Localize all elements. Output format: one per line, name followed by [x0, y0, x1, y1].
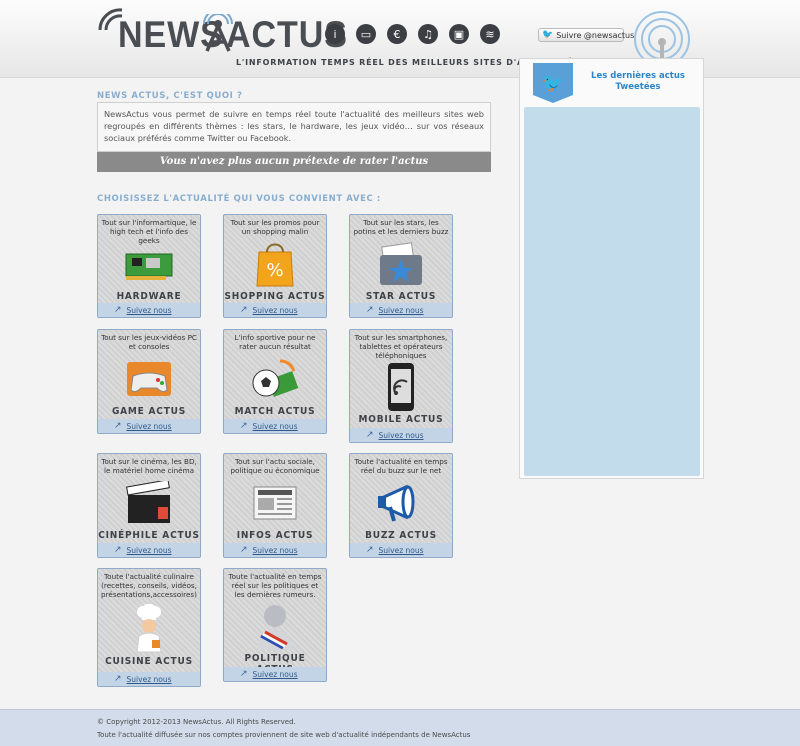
twitter-bird-icon: 🐦 — [533, 63, 573, 103]
follow-link-label[interactable]: Suivez nous — [127, 306, 172, 315]
card-title: CUISINE ACTUS — [105, 656, 193, 667]
external-link-icon: ↗ — [240, 305, 248, 315]
megaphone-icon — [376, 478, 426, 528]
card-mobile[interactable]: Tout sur les smartphones, tablettes et o… — [349, 329, 453, 443]
card-star[interactable]: Tout sur les stars, les potins et les de… — [349, 214, 453, 318]
smartphone-icon — [376, 362, 426, 412]
external-link-icon: ↗ — [366, 305, 374, 315]
follow-link-label[interactable]: Suivez nous — [253, 422, 298, 431]
card-infos[interactable]: Tout sur l'actu sociale, politique ou éc… — [223, 453, 327, 558]
card-description: Toute l'actualité culinaire (recettes, c… — [101, 572, 197, 599]
external-link-icon: ↗ — [240, 669, 248, 679]
card-title: MOBILE ACTUS — [358, 414, 444, 425]
card-description: Tout sur les jeux-vidéos PC et consoles — [101, 333, 197, 351]
external-link-icon: ↗ — [114, 305, 122, 315]
card-politique[interactable]: Toute l'actualité en temps réel sur les … — [223, 568, 327, 682]
card-description: Tout sur l'informartique, le high tech e… — [101, 218, 197, 245]
card-description: Tout sur les smartphones, tablettes et o… — [354, 333, 448, 360]
antenna-icon — [203, 14, 233, 52]
intro-title: NEWS ACTUS, C'EST QUOI ? — [97, 91, 243, 101]
card-title: MATCH ACTUS — [234, 406, 316, 417]
follow-link[interactable]: ↗ Suivez nous — [350, 303, 452, 317]
card-title: CINÉPHILE ACTUS — [98, 530, 200, 541]
follow-link-label[interactable]: Suivez nous — [379, 546, 424, 555]
external-link-icon: ↗ — [366, 430, 374, 440]
card-description: Toute l'actualité en temps réel du buzz … — [354, 457, 448, 475]
follow-link-label[interactable]: Suivez nous — [127, 675, 172, 684]
follow-link[interactable]: ↗ Suivez nous — [98, 543, 200, 557]
follow-link-label[interactable]: Suivez nous — [127, 546, 172, 555]
shopping-bag-icon: % — [250, 239, 300, 289]
chef-icon — [124, 604, 174, 654]
card-title: INFOS ACTUS — [236, 530, 314, 541]
follow-link-label[interactable]: Suivez nous — [379, 431, 424, 440]
external-link-icon: ↗ — [366, 545, 374, 555]
card-description: Toute l'actualité en temps réel sur les … — [228, 572, 322, 599]
card-game[interactable]: Tout sur les jeux-vidéos PC et consoles … — [97, 329, 201, 434]
follow-label: Suivre @newsactus — [556, 30, 635, 40]
follow-link[interactable]: ↗ Suivez nous — [350, 428, 452, 442]
external-link-icon: ↗ — [240, 545, 248, 555]
intro-banner: Vous n'avez plus aucun prétexte de rater… — [97, 152, 491, 172]
card-description: L'info sportive pour ne rater aucun résu… — [234, 333, 316, 351]
clapperboard-icon — [124, 478, 174, 528]
follow-link-label[interactable]: Suivez nous — [253, 670, 298, 679]
card-title: POLITIQUE ACTUS — [244, 653, 306, 675]
monitor-icon[interactable]: ▭ — [356, 24, 376, 44]
follow-link[interactable]: ↗ Suivez nous — [98, 303, 200, 317]
twitter-bird-icon: 🐦 — [542, 30, 554, 40]
card-description: Tout sur le cinéma, les BD, le matériel … — [101, 457, 197, 475]
follow-link-label[interactable]: Suivez nous — [253, 306, 298, 315]
music-icon[interactable]: ♫ — [418, 24, 438, 44]
politician-icon — [250, 601, 300, 651]
external-link-icon: ↗ — [240, 421, 248, 431]
newspaper-icon — [250, 478, 300, 528]
card-cuisine[interactable]: Toute l'actualité culinaire (recettes, c… — [97, 568, 201, 687]
external-link-icon: ↗ — [114, 674, 122, 684]
external-link-icon: ↗ — [114, 421, 122, 431]
footer-note: Toute l'actualité diffusée sur nos compt… — [97, 731, 471, 739]
card-cinephile[interactable]: Tout sur le cinéma, les BD, le matériel … — [97, 453, 201, 558]
twitter-heading: Les dernières actus Tweetées — [591, 71, 685, 92]
card-hardware[interactable]: Tout sur l'informartique, le high tech e… — [97, 214, 201, 318]
intro-text: NewsActus vous permet de suivre en temps… — [97, 102, 491, 152]
tv-icon[interactable]: ▣ — [449, 24, 469, 44]
follow-link[interactable]: ↗ Suivez nous — [98, 672, 200, 686]
follow-link[interactable]: ↗ Suivez nous — [98, 419, 200, 433]
social-icons: i ▭ € ♫ ▣ ≋ — [325, 24, 500, 44]
follow-link-label[interactable]: Suivez nous — [127, 422, 172, 431]
footer-copyright: © Copyright 2012-2013 NewsActus. All Rig… — [97, 718, 296, 726]
euro-icon[interactable]: € — [387, 24, 407, 44]
follow-link[interactable]: ↗ Suivez nous — [224, 303, 326, 317]
info-icon[interactable]: i — [325, 24, 345, 44]
card-title: BUZZ ACTUS — [365, 530, 437, 541]
follow-link[interactable]: ↗ Suivez nous — [224, 419, 326, 433]
card-description: Tout sur les stars, les potins et les de… — [353, 218, 449, 236]
star-folder-icon — [376, 239, 426, 289]
card-description: Tout sur les promos pour un shopping mal… — [230, 218, 320, 236]
gamepad-icon — [124, 354, 174, 404]
twitter-follow-button[interactable]: 🐦 Suivre @newsactus — [538, 28, 634, 42]
follow-link[interactable]: ↗ Suivez nous — [224, 543, 326, 557]
choose-title: CHOISISSEZ L'ACTUALITÉ QUI VOUS CONVIENT… — [97, 194, 381, 204]
twitter-panel: 🐦 Les dernières actus Tweetées — [519, 58, 704, 479]
follow-link-label[interactable]: Suivez nous — [253, 546, 298, 555]
card-description: Tout sur l'actu sociale, politique ou éc… — [230, 457, 320, 475]
follow-link-label[interactable]: Suivez nous — [379, 306, 424, 315]
rss-icon[interactable]: ≋ — [480, 24, 500, 44]
football-icon — [250, 354, 300, 404]
card-buzz[interactable]: Toute l'actualité en temps réel du buzz … — [349, 453, 453, 558]
follow-link[interactable]: ↗ Suivez nous — [224, 667, 326, 681]
card-title: GAME ACTUS — [111, 406, 187, 417]
footer: © Copyright 2012-2013 NewsActus. All Rig… — [0, 709, 800, 746]
twitter-feed-area[interactable] — [524, 107, 700, 476]
card-shopping[interactable]: Tout sur les promos pour un shopping mal… — [223, 214, 327, 318]
follow-link[interactable]: ↗ Suivez nous — [350, 543, 452, 557]
svg-text:%: % — [266, 260, 283, 281]
external-link-icon: ↗ — [114, 545, 122, 555]
card-match[interactable]: L'info sportive pour ne rater aucun résu… — [223, 329, 327, 434]
circuit-board-icon — [124, 239, 174, 289]
